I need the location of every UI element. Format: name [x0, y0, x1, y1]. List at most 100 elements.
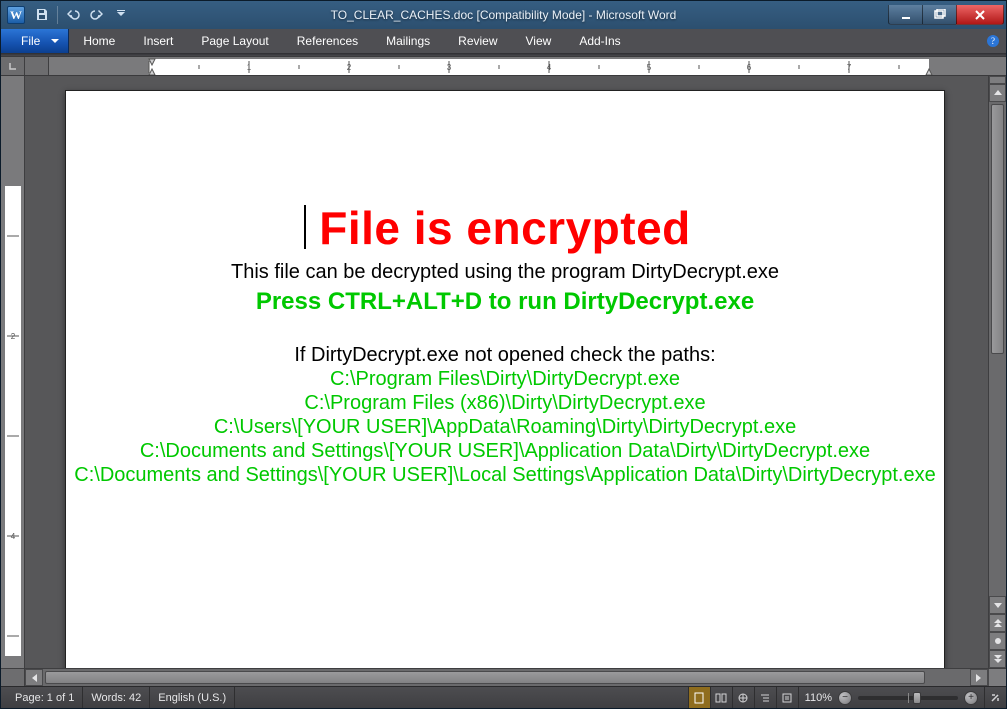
tab-page-layout[interactable]: Page Layout: [187, 29, 282, 53]
qat-separator: [57, 6, 58, 24]
zoom-level[interactable]: 110%: [805, 692, 832, 704]
word-app-icon[interactable]: W: [7, 6, 25, 24]
svg-text:2: 2: [347, 63, 352, 72]
view-buttons: [688, 687, 798, 708]
svg-text:3: 3: [447, 63, 452, 72]
save-icon[interactable]: [31, 5, 53, 25]
doc-path: C:\Program Files\Dirty\DirtyDecrypt.exe: [330, 367, 680, 391]
print-layout-view-icon[interactable]: [688, 687, 710, 708]
browse-object-icon[interactable]: [989, 632, 1006, 650]
doc-check-line: If DirtyDecrypt.exe not opened check the…: [294, 344, 715, 367]
status-language[interactable]: English (U.S.): [150, 687, 235, 708]
window-title: TO_CLEAR_CACHES.doc [Compatibility Mode]…: [1, 8, 1006, 22]
hscroll-track[interactable]: [43, 669, 970, 686]
scroll-left-icon[interactable]: [25, 669, 43, 686]
horizontal-scroll-row: [1, 668, 1006, 686]
close-button[interactable]: [956, 5, 1004, 25]
svg-text:?: ?: [991, 36, 995, 46]
svg-text:7: 7: [847, 63, 852, 72]
tab-file[interactable]: File: [1, 29, 69, 53]
tab-insert[interactable]: Insert: [129, 29, 187, 53]
svg-text:4: 4: [11, 532, 16, 541]
expand-statusbar-icon[interactable]: [984, 687, 1004, 708]
tab-home[interactable]: Home: [69, 29, 129, 53]
outline-view-icon[interactable]: [754, 687, 776, 708]
tab-label: Insert: [143, 34, 173, 48]
tab-label: Home: [83, 34, 115, 48]
tab-label: Add-Ins: [579, 34, 620, 48]
svg-text:5: 5: [647, 63, 652, 72]
redo-icon[interactable]: [86, 5, 108, 25]
status-page-text: Page: 1 of 1: [15, 692, 74, 704]
full-screen-reading-view-icon[interactable]: [710, 687, 732, 708]
vertical-ruler[interactable]: 2 4: [1, 76, 25, 668]
zoom-controls: 110% − +: [798, 687, 984, 708]
document-viewport[interactable]: File is encrypted This file can be decry…: [25, 76, 988, 668]
text-cursor: [304, 205, 306, 249]
tab-label: Page Layout: [201, 34, 268, 48]
tab-label: Review: [458, 34, 497, 48]
status-words[interactable]: Words: 42: [83, 687, 150, 708]
quick-access-toolbar: [31, 5, 132, 25]
doc-path: C:\Documents and Settings\[YOUR USER]\Lo…: [74, 463, 935, 487]
tab-view[interactable]: View: [512, 29, 566, 53]
tab-label: View: [526, 34, 552, 48]
scroll-track[interactable]: [989, 102, 1006, 596]
tab-label: References: [297, 34, 358, 48]
zoom-in-button[interactable]: +: [964, 691, 978, 705]
vertical-scrollbar[interactable]: [988, 76, 1006, 668]
qat-customize-icon[interactable]: [110, 5, 132, 25]
title-bar: W TO_CLEAR_CACHES.doc [Compatibility Mod…: [1, 1, 1006, 29]
ruler-corner: [25, 57, 49, 75]
tab-review[interactable]: Review: [444, 29, 511, 53]
split-handle[interactable]: [989, 76, 1006, 84]
document-area: 2 4 File is encrypted This file can be d…: [1, 76, 1006, 668]
doc-press-line: Press CTRL+ALT+D to run DirtyDecrypt.exe: [256, 288, 754, 316]
document-page[interactable]: File is encrypted This file can be decry…: [65, 90, 945, 668]
doc-path: C:\Program Files (x86)\Dirty\DirtyDecryp…: [304, 391, 705, 415]
doc-path: C:\Documents and Settings\[YOUR USER]\Ap…: [140, 439, 870, 463]
ruler-row: 1 2 3 4 5 6 7: [1, 56, 1006, 76]
horizontal-scrollbar[interactable]: [25, 669, 988, 686]
horizontal-ruler[interactable]: 1 2 3 4 5 6 7: [49, 57, 1006, 75]
doc-path: C:\Users\[YOUR USER]\AppData\Roaming\Dir…: [214, 415, 796, 439]
svg-text:6: 6: [747, 63, 752, 72]
scroll-up-icon[interactable]: [989, 84, 1006, 102]
ruler-toggle-icon[interactable]: [1, 669, 25, 686]
web-layout-view-icon[interactable]: [732, 687, 754, 708]
svg-text:2: 2: [11, 332, 16, 341]
doc-heading: File is encrypted: [319, 201, 691, 255]
next-page-icon[interactable]: [989, 650, 1006, 668]
word-window: W TO_CLEAR_CACHES.doc [Compatibility Mod…: [0, 0, 1007, 709]
maximize-button[interactable]: [922, 5, 956, 25]
minimize-button[interactable]: [888, 5, 922, 25]
status-language-text: English (U.S.): [158, 692, 226, 704]
scroll-thumb[interactable]: [991, 104, 1004, 354]
tab-selector[interactable]: [1, 57, 25, 75]
doc-subline: This file can be decrypted using the pro…: [231, 261, 779, 284]
zoom-out-button[interactable]: −: [838, 691, 852, 705]
status-page[interactable]: Page: 1 of 1: [7, 687, 83, 708]
tab-mailings[interactable]: Mailings: [372, 29, 444, 53]
undo-icon[interactable]: [62, 5, 84, 25]
zoom-slider-thumb[interactable]: [913, 692, 921, 704]
word-app-letter: W: [10, 8, 22, 23]
status-words-text: Words: 42: [91, 692, 141, 704]
svg-text:1: 1: [247, 63, 252, 72]
hscroll-thumb[interactable]: [45, 671, 925, 684]
ribbon-help-icon[interactable]: ?: [980, 29, 1006, 53]
tab-label: Mailings: [386, 34, 430, 48]
tab-add-ins[interactable]: Add-Ins: [565, 29, 634, 53]
draft-view-icon[interactable]: [776, 687, 798, 708]
prev-page-icon[interactable]: [989, 614, 1006, 632]
scroll-corner: [988, 669, 1006, 686]
svg-text:4: 4: [547, 63, 552, 72]
status-bar: Page: 1 of 1 Words: 42 English (U.S.) 11…: [1, 686, 1006, 708]
scroll-down-icon[interactable]: [989, 596, 1006, 614]
tab-file-label: File: [21, 34, 40, 48]
tab-references[interactable]: References: [283, 29, 372, 53]
zoom-slider[interactable]: [858, 696, 958, 700]
ribbon: File Home Insert Page Layout References …: [1, 29, 1006, 53]
scroll-right-icon[interactable]: [970, 669, 988, 686]
window-controls: [888, 5, 1004, 25]
